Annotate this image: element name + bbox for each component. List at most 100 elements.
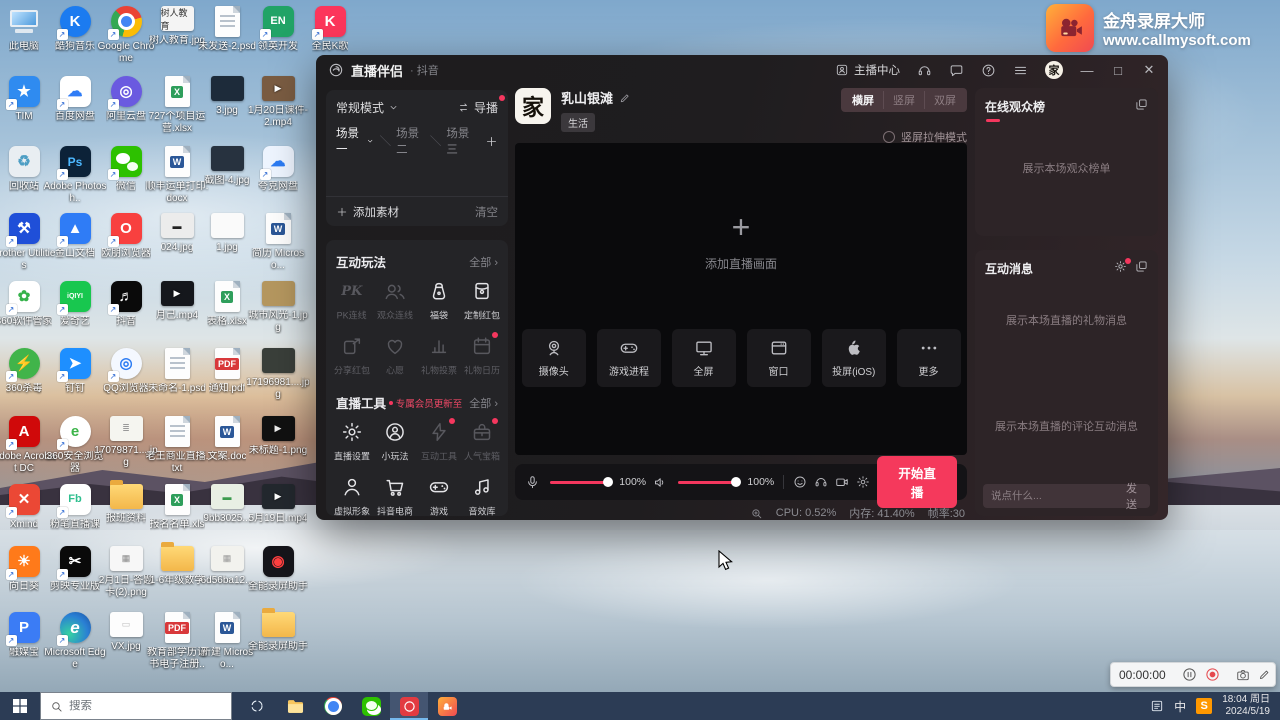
source-button-摄像头[interactable]: 摄像头	[522, 329, 586, 387]
app-icon: ⚒↗	[9, 213, 40, 244]
help-icon[interactable]	[981, 63, 996, 78]
message-input[interactable]	[991, 490, 1126, 502]
zoom-magnifier-icon[interactable]	[750, 507, 763, 520]
interact-all-link[interactable]: 全部 ›	[469, 254, 498, 270]
source-button-更多[interactable]: 更多	[897, 329, 961, 387]
desktop-icon-全能录屏助手[interactable]: ◉全能录屏助手	[246, 546, 310, 593]
mic-icon[interactable]	[525, 475, 540, 490]
settings-gear-icon[interactable]	[856, 475, 870, 489]
annotate-pencil-icon[interactable]	[1258, 668, 1271, 681]
source-button-窗口[interactable]: 窗口	[747, 329, 811, 387]
source-button-全屏[interactable]: 全屏	[672, 329, 736, 387]
speaker-volume-slider[interactable]	[678, 481, 737, 484]
mic-volume-slider[interactable]	[550, 481, 609, 484]
mode-select[interactable]: 常规模式	[336, 99, 384, 116]
speaker-icon[interactable]	[653, 475, 668, 490]
cortana-button[interactable]	[238, 692, 276, 720]
tool-直播设置[interactable]: 直播设置	[331, 420, 373, 463]
beauty-face-icon[interactable]	[793, 475, 807, 489]
desktop-icon-夸克网盘[interactable]: ☁↗夸克网盘	[246, 146, 310, 193]
audience-rank-title[interactable]: 在线观众榜	[985, 98, 1045, 115]
touch-keyboard-icon[interactable]	[1150, 699, 1164, 713]
interact-礼物投票[interactable]: 礼物投票	[418, 334, 460, 377]
orientation-tab-双屏[interactable]: 双屏	[924, 91, 965, 109]
desktop-icon-全民K歌[interactable]: K↗全民K歌	[298, 6, 362, 53]
menu-icon[interactable]	[1013, 63, 1028, 78]
interact-定制红包[interactable]: 定制红包	[461, 279, 503, 322]
popout-icon[interactable]	[1135, 260, 1148, 273]
support-headset-icon[interactable]	[917, 63, 932, 78]
record-stop-button[interactable]	[1205, 667, 1220, 682]
add-source-block[interactable]: + 添加直播画面	[515, 211, 967, 272]
taskbar-clock[interactable]: 18:04 周日 2024/5/19	[1222, 694, 1270, 719]
clear-button[interactable]: 清空	[475, 204, 498, 220]
taskbar-chrome[interactable]	[314, 692, 352, 720]
interact-心愿[interactable]: 心愿	[374, 334, 416, 377]
add-scene-button[interactable]	[485, 135, 498, 148]
desktop-icon-简历 Microso...[interactable]: W简历 Microso...	[246, 213, 310, 272]
tools-all-link[interactable]: 全部 ›	[469, 395, 498, 411]
interact-分享红包[interactable]: 分享红包	[331, 334, 373, 377]
app-icon: K↗	[60, 6, 91, 37]
tool-互动工具[interactable]: 互动工具	[418, 420, 460, 463]
add-material-button[interactable]: 添加素材	[336, 204, 399, 220]
taskbar-live-companion[interactable]	[390, 692, 428, 720]
pause-button[interactable]	[1182, 667, 1197, 682]
desktop-icon-1月20日课件-2.mp4[interactable]: ▶1月20日课件-2.mp4	[246, 76, 310, 129]
voice-headset-icon[interactable]	[814, 475, 828, 489]
interact-福袋[interactable]: 福袋	[418, 279, 460, 322]
desktop-icon-全能录屏助手[interactable]: 全能录屏助手	[246, 612, 310, 653]
send-button[interactable]: 发送	[1126, 480, 1142, 512]
feedback-chat-icon[interactable]	[949, 63, 964, 78]
desktop-icon-17196981....jpg[interactable]: 17196981....jpg	[246, 348, 310, 401]
close-button[interactable]: ✕	[1142, 62, 1156, 78]
taskbar-recorder[interactable]	[428, 692, 466, 720]
interact-观众连线[interactable]: 观众连线	[374, 279, 416, 322]
scene-tab-场景三[interactable]: 场景三	[446, 125, 475, 157]
taskbar-file-explorer[interactable]	[276, 692, 314, 720]
anchor-center-button[interactable]: 主播中心	[835, 62, 900, 78]
tool-抖音电商[interactable]: 抖音电商	[374, 475, 416, 518]
desktop-icon-label: 夸克网盘	[258, 181, 298, 193]
desktop-icon-5月19日.mp4[interactable]: ▶5月19日.mp4	[246, 484, 310, 525]
tool-人气宝箱[interactable]: 人气宝箱	[461, 420, 503, 463]
ime-indicator[interactable]: 中	[1174, 698, 1186, 715]
popout-icon[interactable]	[1135, 98, 1148, 111]
image-thumbnail: ▶	[262, 416, 295, 441]
maximize-button[interactable]: □	[1111, 63, 1125, 78]
screenshot-camera-icon[interactable]	[1236, 668, 1250, 682]
tool-小玩法[interactable]: 小玩法	[374, 420, 416, 463]
scene-tab-场景一[interactable]: 场景一	[336, 125, 375, 157]
taskbar-wechat[interactable]	[352, 692, 390, 720]
director-button[interactable]: 导播	[457, 99, 498, 116]
slider-knob[interactable]	[603, 477, 613, 487]
tool-音效库[interactable]: 音效库	[461, 475, 503, 518]
slider-knob[interactable]	[731, 477, 741, 487]
source-button-游戏进程[interactable]: 游戏进程	[597, 329, 661, 387]
edit-name-icon[interactable]	[619, 92, 631, 104]
user-avatar[interactable]: 家	[1045, 61, 1063, 79]
start-button[interactable]	[0, 692, 40, 720]
source-label: 投屏(iOS)	[832, 364, 875, 378]
orientation-tab-竖屏[interactable]: 竖屏	[883, 91, 924, 109]
desktop-icon-城市风光-1.jpg[interactable]: 城市风光-1.jpg	[246, 281, 310, 334]
member-promo[interactable]: 专属会员更新至全部 ›	[389, 395, 498, 411]
minimize-button[interactable]: —	[1080, 63, 1094, 78]
record-camera-icon[interactable]	[835, 475, 849, 489]
tool-游戏[interactable]: 游戏	[418, 475, 460, 518]
scene-tab-场景二[interactable]: 场景二	[396, 125, 425, 157]
taskbar-search[interactable]	[40, 692, 232, 720]
app-icon: A↗	[9, 416, 40, 447]
start-live-button[interactable]: 开始直播	[877, 456, 957, 508]
luckybag-icon	[427, 279, 451, 303]
source-button-投屏(iOS)[interactable]: 投屏(iOS)	[822, 329, 886, 387]
orientation-tab-横屏[interactable]: 横屏	[843, 91, 883, 109]
app-icon: ✿↗	[9, 281, 40, 312]
interact-PK连线[interactable]: PKPK连线	[331, 279, 373, 322]
tool-虚拟形象[interactable]: 虚拟形象	[331, 475, 373, 518]
tools-section-title: 直播工具	[336, 393, 386, 412]
desktop-icon-未标题-1.png[interactable]: ▶未标题-1.png	[246, 416, 310, 457]
interact-礼物日历[interactable]: 礼物日历	[461, 334, 503, 377]
search-input[interactable]	[69, 700, 223, 712]
tray-editor-icon[interactable]: S	[1196, 698, 1212, 714]
